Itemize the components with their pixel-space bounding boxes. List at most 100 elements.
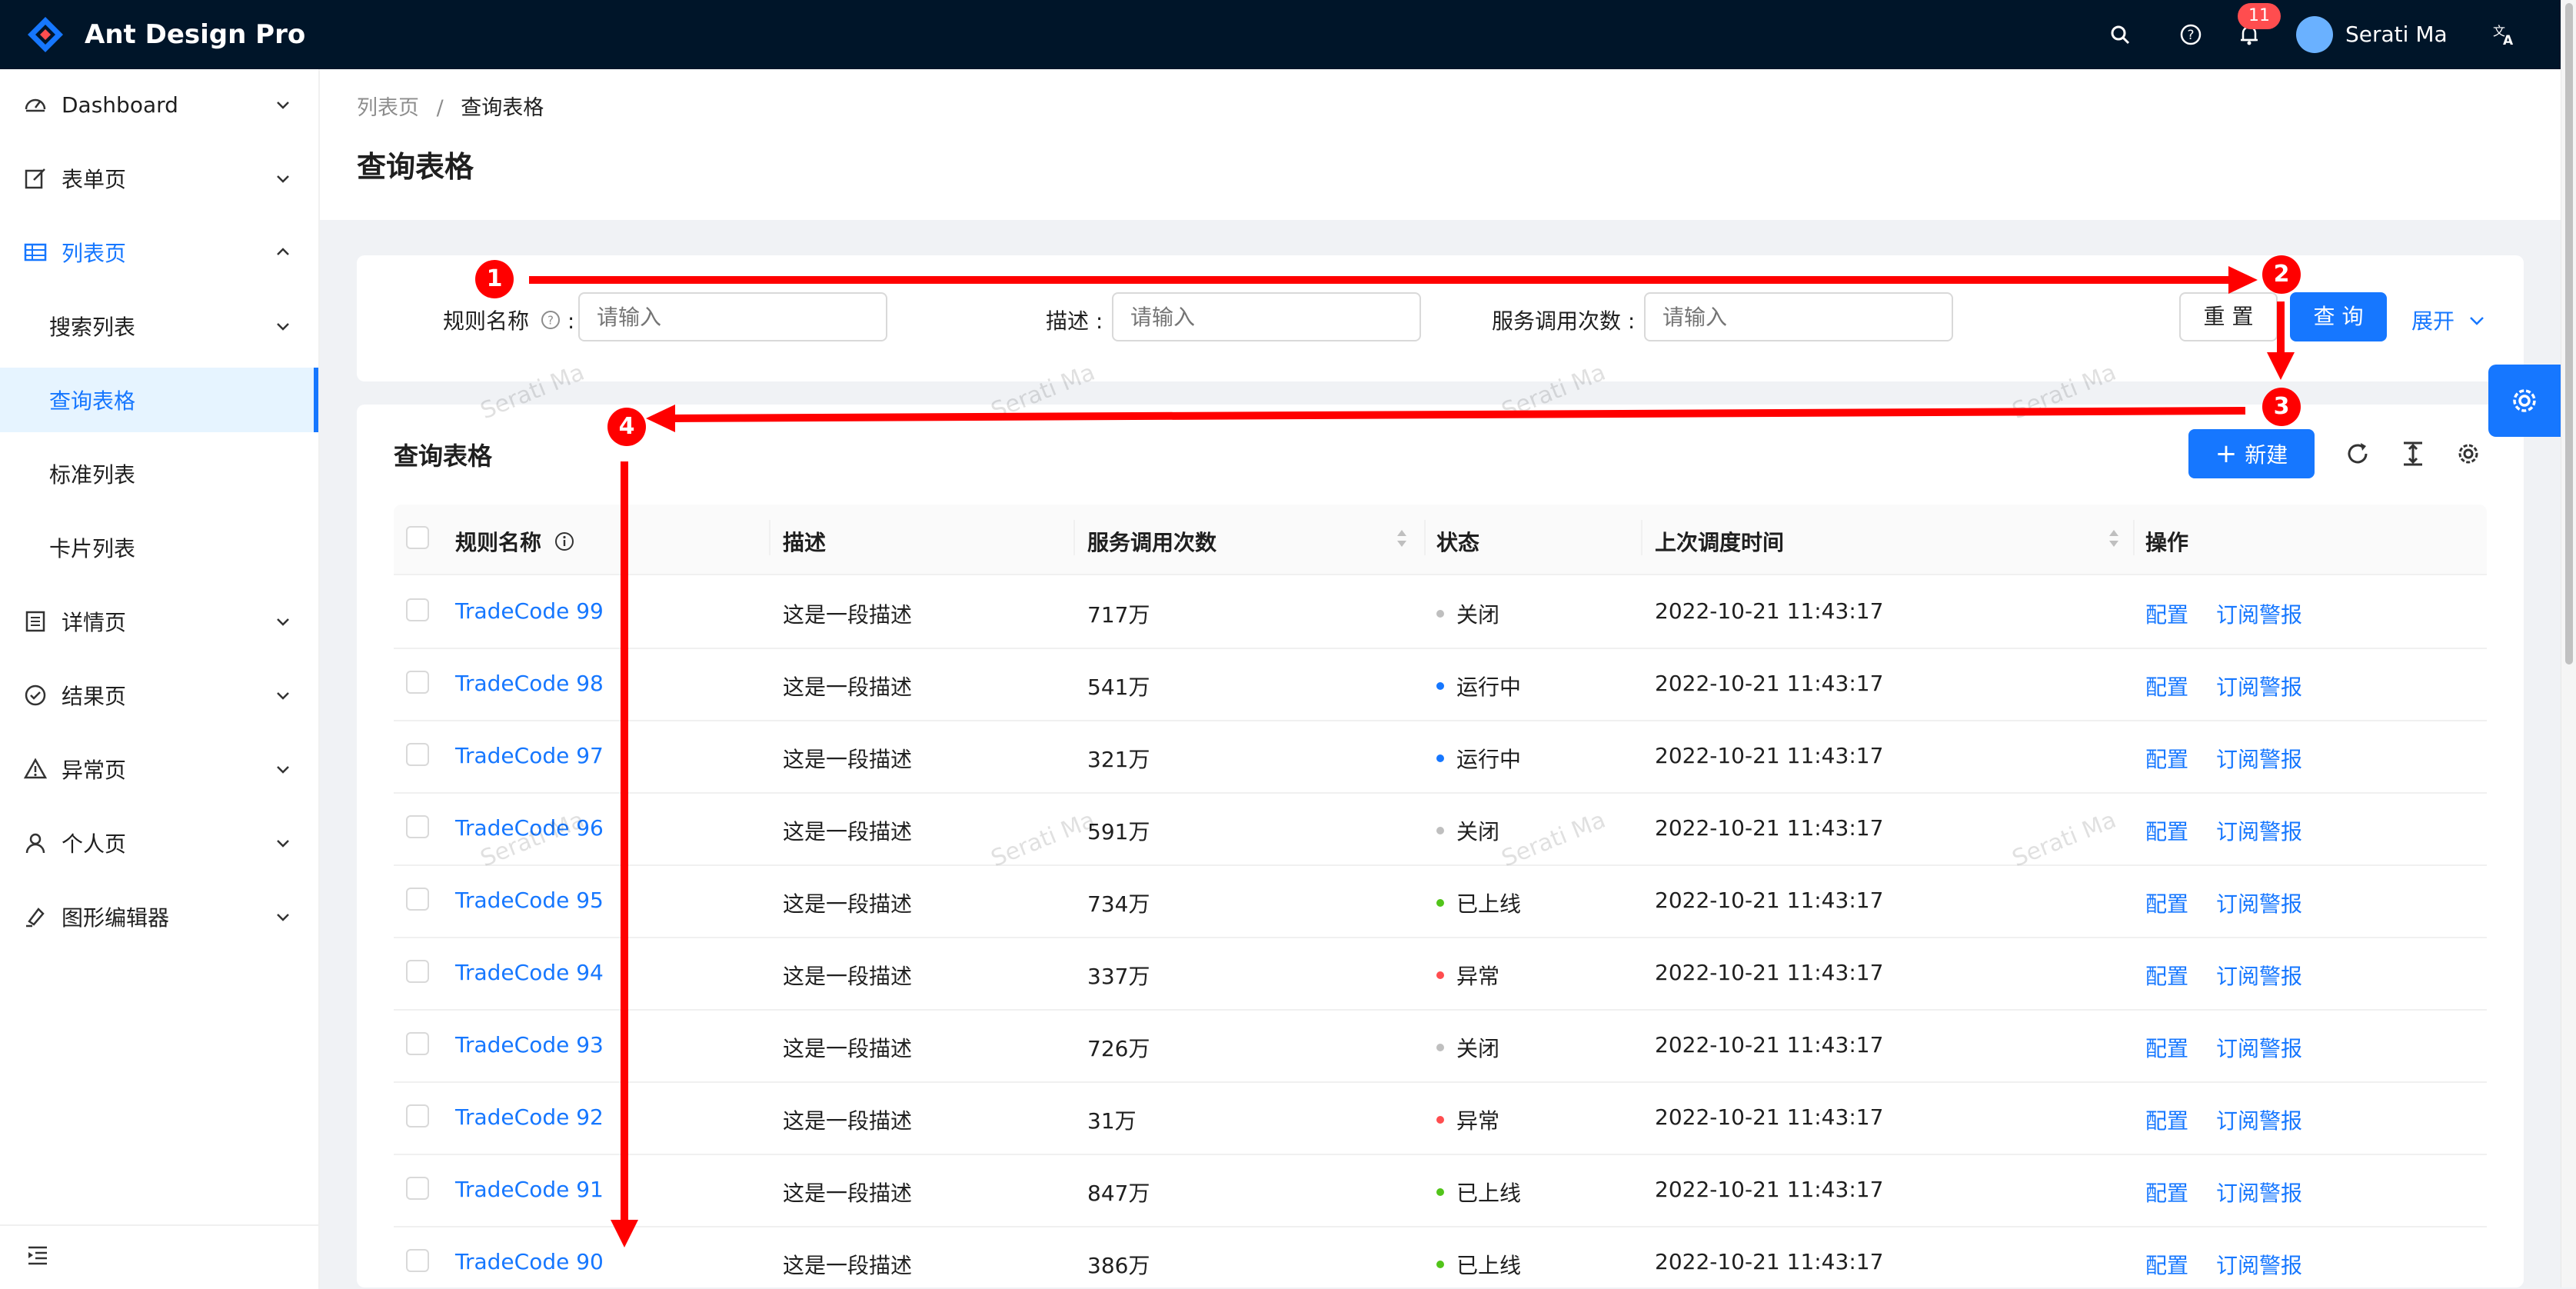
- search-icon[interactable]: [2104, 18, 2136, 51]
- sidebar-item-editor[interactable]: 图形编辑器: [0, 884, 318, 949]
- subscribe-alert-link[interactable]: 订阅警报: [2216, 1104, 2302, 1135]
- row-checkbox[interactable]: [406, 1177, 429, 1200]
- row-checkbox[interactable]: [406, 815, 429, 838]
- info-circle-icon[interactable]: [554, 531, 575, 552]
- scrollbar-thumb[interactable]: [2565, 3, 2573, 664]
- sidebar-item-exception[interactable]: 异常页: [0, 737, 318, 801]
- question-icon[interactable]: ?: [2175, 18, 2207, 51]
- subscribe-alert-link[interactable]: 订阅警报: [2216, 1177, 2302, 1207]
- time-cell: 2022-10-21 11:43:17: [1655, 888, 1884, 913]
- config-link[interactable]: 配置: [2145, 960, 2188, 991]
- logo-icon[interactable]: [26, 15, 65, 54]
- row-checkbox[interactable]: [406, 1104, 429, 1127]
- rule-name-link[interactable]: TradeCode 98: [455, 671, 604, 696]
- config-link[interactable]: 配置: [2145, 1177, 2188, 1207]
- subscribe-alert-link[interactable]: 订阅警报: [2216, 1032, 2302, 1063]
- sidebar-item-label: Dashboard: [62, 92, 178, 118]
- annotation-marker: 4: [607, 408, 646, 446]
- sidebar-item-label: 个人页: [62, 831, 127, 857]
- svg-text:A: A: [2503, 33, 2514, 46]
- avatar[interactable]: [2296, 16, 2333, 53]
- rule-name-link[interactable]: TradeCode 90: [455, 1249, 604, 1274]
- translate-icon[interactable]: 文A: [2488, 18, 2521, 51]
- config-link[interactable]: 配置: [2145, 1249, 2188, 1280]
- sidebar-item-standard-list[interactable]: 标准列表: [0, 441, 318, 506]
- app-title[interactable]: Ant Design Pro: [85, 0, 305, 69]
- config-link[interactable]: 配置: [2145, 1104, 2188, 1135]
- config-link[interactable]: 配置: [2145, 743, 2188, 774]
- calls-cell: 541万: [1087, 674, 1150, 700]
- desc-cell: 这是一段描述: [783, 1108, 913, 1134]
- notification-badge: 11: [2238, 3, 2281, 29]
- rule-name-input[interactable]: [578, 292, 887, 341]
- sort-icon[interactable]: [1395, 528, 1409, 549]
- column-header-time[interactable]: 上次调度时间: [1655, 526, 1784, 557]
- query-button[interactable]: 查 询: [2290, 292, 2387, 341]
- username[interactable]: Serati Ma: [2345, 0, 2448, 69]
- row-checkbox[interactable]: [406, 960, 429, 983]
- column-height-icon[interactable]: [2398, 438, 2428, 469]
- new-button[interactable]: + 新建: [2188, 429, 2315, 478]
- breadcrumb-parent[interactable]: 列表页: [357, 96, 419, 120]
- config-link[interactable]: 配置: [2145, 671, 2188, 701]
- sidebar-item-profile[interactable]: 详情页: [0, 589, 318, 654]
- sidebar-item-search-list[interactable]: 搜索列表: [0, 294, 318, 358]
- setting-icon[interactable]: [2453, 438, 2484, 469]
- status-cell: 异常: [1436, 1104, 1499, 1135]
- subscribe-alert-link[interactable]: 订阅警报: [2216, 743, 2302, 774]
- expand-toggle[interactable]: 展开: [2411, 305, 2486, 335]
- status-dot: [1436, 682, 1444, 690]
- reload-icon[interactable]: [2342, 438, 2373, 469]
- status-dot: [1436, 899, 1444, 907]
- config-link[interactable]: 配置: [2145, 598, 2188, 629]
- sidebar-item-card-list[interactable]: 卡片列表: [0, 515, 318, 580]
- dashboard-icon: [25, 98, 46, 112]
- time-cell: 2022-10-21 11:43:17: [1655, 960, 1884, 985]
- sidebar-item-label: 列表页: [62, 241, 127, 266]
- status-dot: [1436, 754, 1444, 762]
- settings-drawer-button[interactable]: [2488, 365, 2561, 437]
- sort-icon[interactable]: [2107, 528, 2121, 549]
- question-circle-icon[interactable]: ?: [541, 310, 561, 330]
- sidebar-item-list[interactable]: 列表页: [0, 220, 318, 285]
- rule-name-link[interactable]: TradeCode 92: [455, 1104, 604, 1130]
- sidebar-item-form[interactable]: 表单页: [0, 146, 318, 211]
- row-checkbox[interactable]: [406, 743, 429, 766]
- calls-input[interactable]: [1644, 292, 1953, 341]
- rule-name-link[interactable]: TradeCode 94: [455, 960, 604, 985]
- rule-name-link[interactable]: TradeCode 95: [455, 888, 604, 913]
- sidebar-item-result[interactable]: 结果页: [0, 663, 318, 728]
- sidebar-item-account[interactable]: 个人页: [0, 811, 318, 875]
- subscribe-alert-link[interactable]: 订阅警报: [2216, 960, 2302, 991]
- row-checkbox[interactable]: [406, 1249, 429, 1272]
- row-checkbox[interactable]: [406, 1032, 429, 1055]
- rule-name-link[interactable]: TradeCode 93: [455, 1032, 604, 1058]
- rule-name-link[interactable]: TradeCode 91: [455, 1177, 604, 1202]
- config-link[interactable]: 配置: [2145, 815, 2188, 846]
- column-header-calls[interactable]: 服务调用次数: [1087, 526, 1216, 557]
- sidebar-item-dashboard[interactable]: Dashboard: [0, 72, 318, 137]
- row-checkbox[interactable]: [406, 888, 429, 911]
- menu-fold-icon[interactable]: [26, 1243, 49, 1266]
- desc-input[interactable]: [1112, 292, 1421, 341]
- calls-cell: 717万: [1087, 602, 1150, 628]
- config-link[interactable]: 配置: [2145, 1032, 2188, 1063]
- reset-button[interactable]: 重 置: [2179, 292, 2278, 341]
- sidebar-item-query-table[interactable]: 查询表格: [0, 368, 318, 432]
- row-checkbox[interactable]: [406, 598, 429, 621]
- select-all-checkbox[interactable]: [406, 526, 429, 549]
- rule-name-link[interactable]: TradeCode 97: [455, 743, 604, 768]
- subscribe-alert-link[interactable]: 订阅警报: [2216, 1249, 2302, 1280]
- subscribe-alert-link[interactable]: 订阅警报: [2216, 815, 2302, 846]
- chevron-down-icon: [277, 766, 289, 774]
- config-link[interactable]: 配置: [2145, 888, 2188, 918]
- row-checkbox[interactable]: [406, 671, 429, 694]
- status-cell: 异常: [1436, 960, 1499, 991]
- subscribe-alert-link[interactable]: 订阅警报: [2216, 598, 2302, 629]
- chevron-down-icon: [277, 840, 289, 848]
- subscribe-alert-link[interactable]: 订阅警报: [2216, 888, 2302, 918]
- subscribe-alert-link[interactable]: 订阅警报: [2216, 671, 2302, 701]
- rule-name-link[interactable]: TradeCode 99: [455, 598, 604, 624]
- table-row: TradeCode 93 这是一段描述 726万 关闭 2022-10-21 1…: [394, 1009, 2487, 1083]
- rule-name-link[interactable]: TradeCode 96: [455, 815, 604, 841]
